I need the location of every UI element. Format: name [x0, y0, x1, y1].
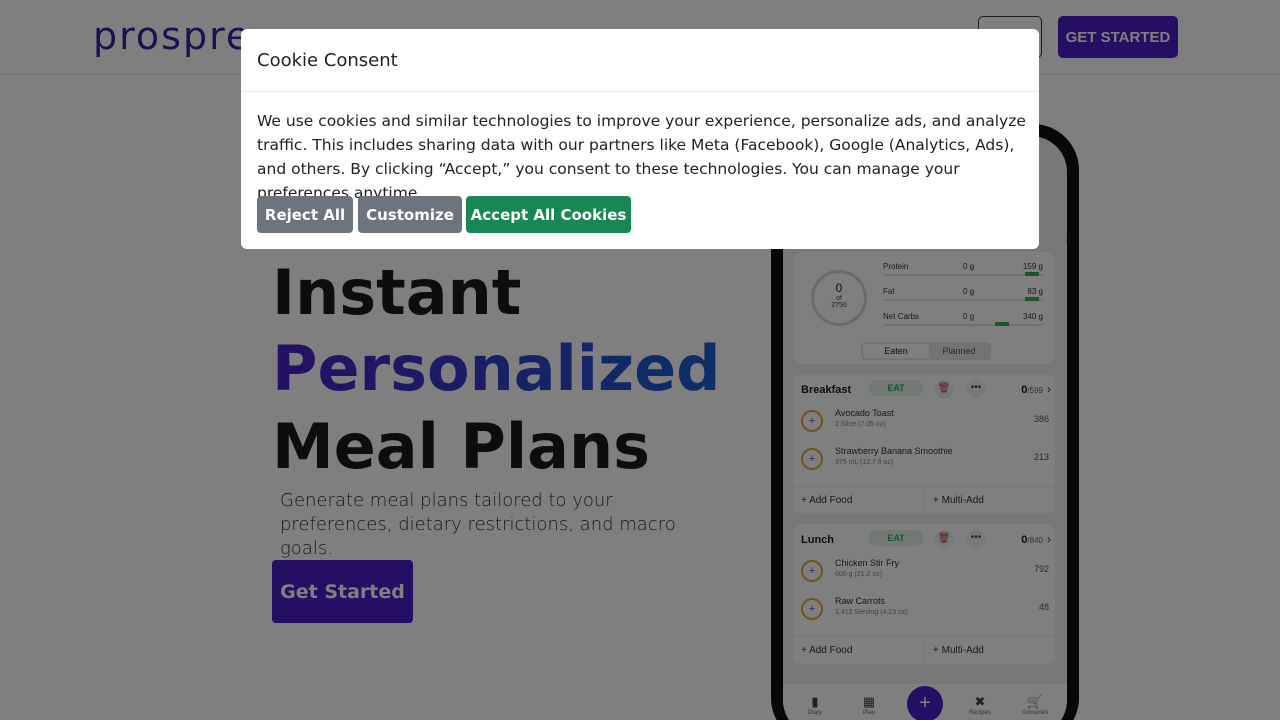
- customize-button[interactable]: Customize: [358, 196, 462, 233]
- accept-all-cookies-button[interactable]: Accept All Cookies: [466, 196, 631, 233]
- modal-title: Cookie Consent: [257, 50, 398, 71]
- reject-all-button[interactable]: Reject All: [257, 196, 353, 233]
- cookie-consent-modal: Cookie Consent We use cookies and simila…: [241, 29, 1039, 249]
- modal-body-text: We use cookies and similar technologies …: [257, 112, 1026, 202]
- modal-divider: [241, 91, 1039, 92]
